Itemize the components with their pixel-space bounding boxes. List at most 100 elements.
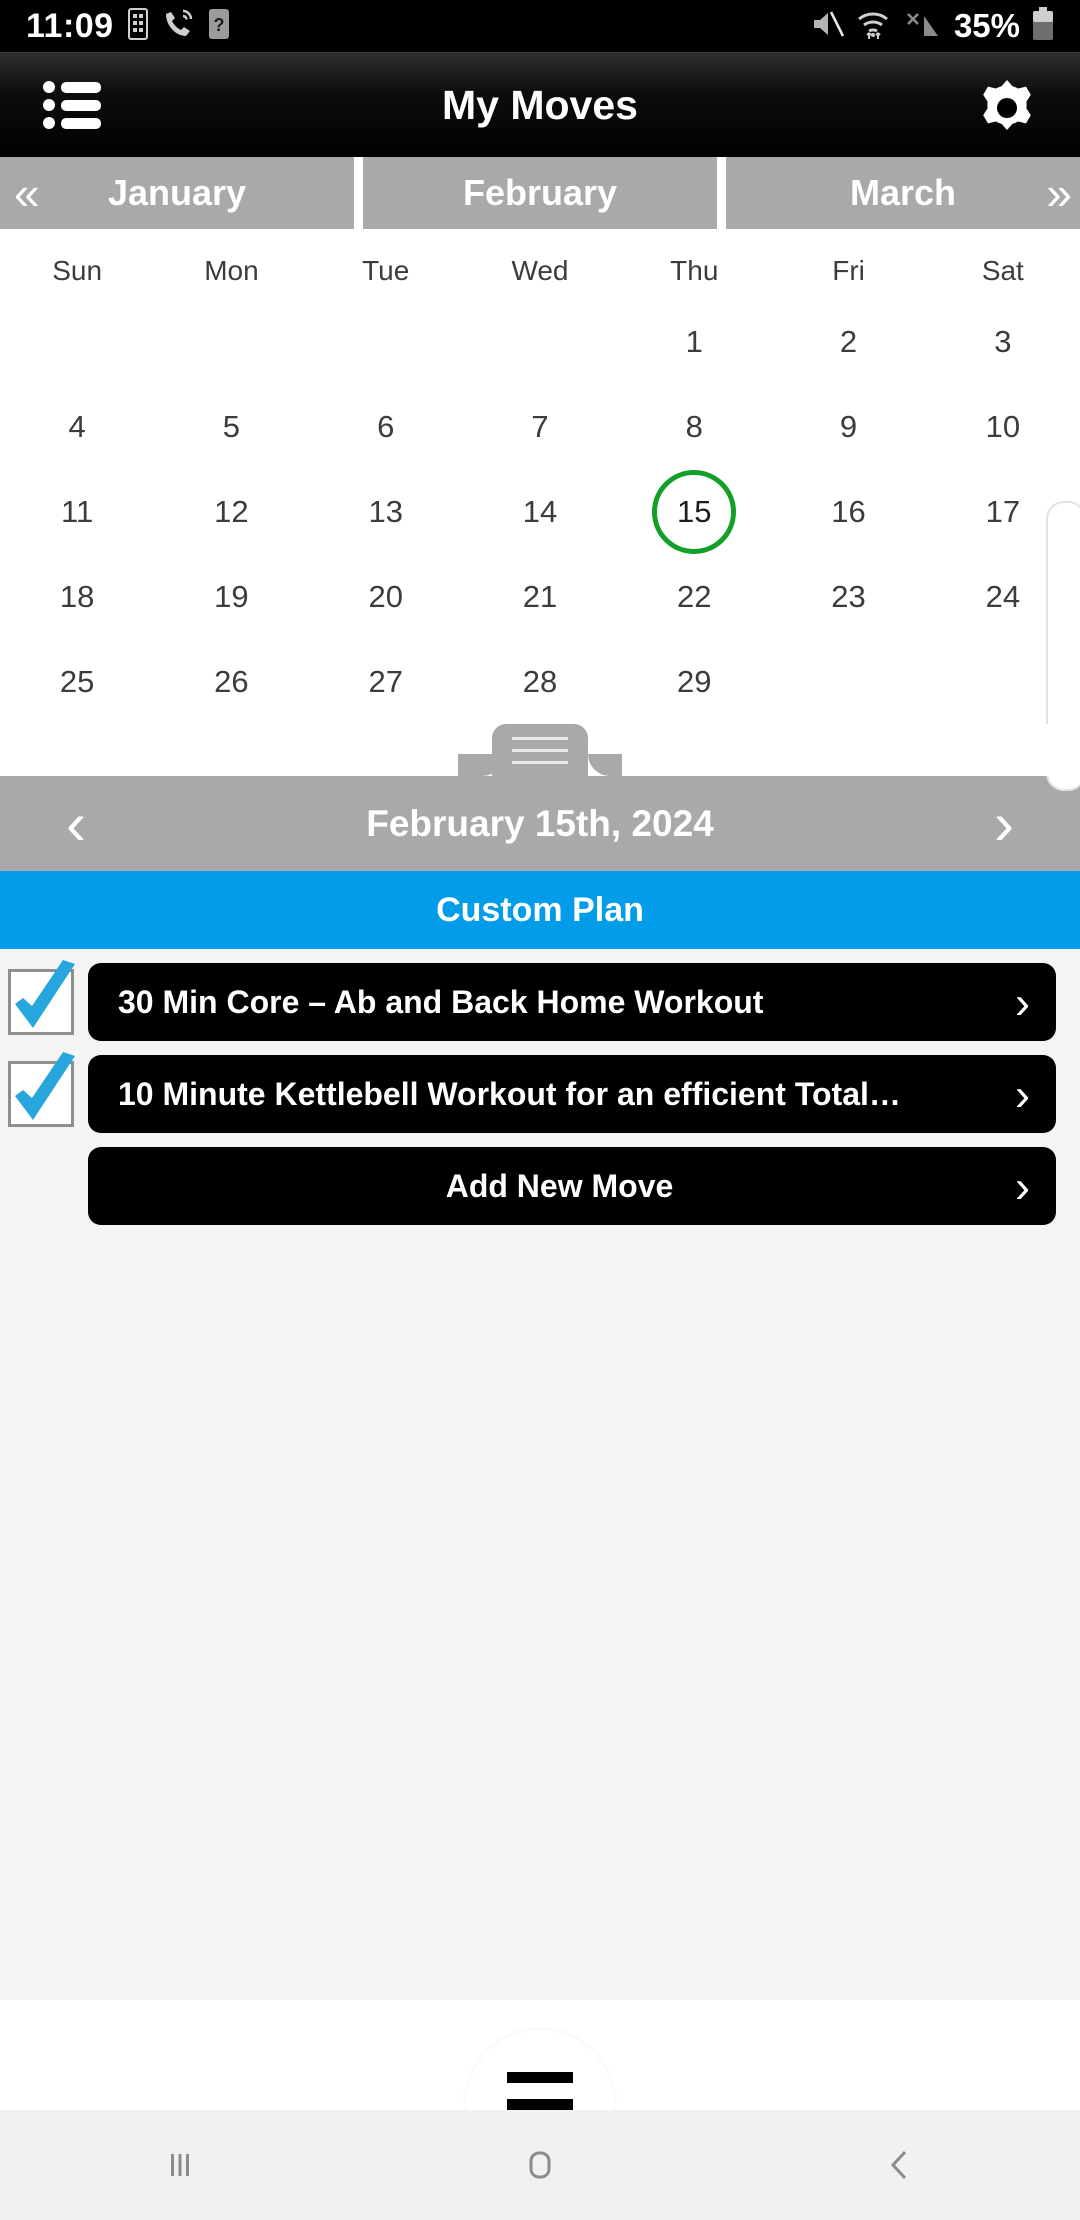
wifi-icon xyxy=(856,8,890,45)
day-cell[interactable]: 13 xyxy=(309,469,463,554)
app-bar: My Moves xyxy=(0,52,1080,157)
back-icon[interactable] xyxy=(840,2143,960,2187)
move-item-button[interactable]: 10 Minute Kettlebell Workout for an effi… xyxy=(88,1055,1056,1133)
day-cell-selected[interactable]: 15 xyxy=(617,469,771,554)
move-item-label: 30 Min Core – Ab and Back Home Workout xyxy=(118,983,764,1020)
month-tab-current[interactable]: February xyxy=(363,157,717,229)
drawer-handle-area xyxy=(0,724,1080,776)
day-cell[interactable]: 26 xyxy=(154,639,308,724)
calendar-week-row: 11 12 13 14 15 16 17 xyxy=(0,469,1080,554)
add-new-move-label: Add New Move xyxy=(445,1167,674,1204)
unknown-sim-icon: ? xyxy=(208,8,230,45)
month-tab-bar: « January February March » xyxy=(0,157,1080,229)
handle-line xyxy=(512,736,568,740)
list-item: 10 Minute Kettlebell Workout for an effi… xyxy=(0,1052,1080,1147)
page-title: My Moves xyxy=(442,81,638,128)
month-tab-previous[interactable]: « January xyxy=(0,157,354,229)
list-item: 30 Min Core – Ab and Back Home Workout › xyxy=(0,960,1080,1055)
day-cell[interactable] xyxy=(0,299,154,384)
day-cell[interactable]: 29 xyxy=(617,639,771,724)
recents-icon[interactable] xyxy=(120,2143,240,2187)
weekday-label: Wed xyxy=(511,255,569,286)
status-bar-clock: 11:09 xyxy=(26,6,114,45)
weekday-label: Sat xyxy=(981,255,1024,286)
move-checkbox[interactable] xyxy=(8,1052,75,1127)
date-navigator: ‹ February 15th, 2024 › xyxy=(0,776,1080,871)
app-screen: 11:09 ? 35% My Moves « January February … xyxy=(0,0,1080,2220)
add-move-row: Add New Move › xyxy=(0,1147,1080,1239)
status-bar: 11:09 ? 35% xyxy=(0,0,1080,52)
day-cell[interactable]: 12 xyxy=(154,469,308,554)
day-cell[interactable] xyxy=(154,299,308,384)
day-cell[interactable]: 23 xyxy=(771,554,925,639)
calendar-week-row: 25 26 27 28 29 xyxy=(0,639,1080,724)
day-cell[interactable]: 9 xyxy=(771,384,925,469)
android-navigation-bar xyxy=(0,2110,1080,2220)
day-cell[interactable]: 10 xyxy=(926,384,1080,469)
weekday-label: Fri xyxy=(832,255,865,286)
month-tab-label: March xyxy=(849,172,957,213)
home-icon[interactable] xyxy=(480,2143,600,2187)
day-cell[interactable]: 22 xyxy=(617,554,771,639)
day-cell[interactable]: 7 xyxy=(463,384,617,469)
next-day-icon[interactable]: › xyxy=(974,793,1034,854)
day-cell[interactable] xyxy=(309,299,463,384)
day-cell[interactable]: 18 xyxy=(0,554,154,639)
day-cell[interactable]: 19 xyxy=(154,554,308,639)
day-cell[interactable]: 11 xyxy=(0,469,154,554)
day-cell[interactable] xyxy=(463,299,617,384)
list-menu-icon[interactable] xyxy=(38,68,112,142)
battery-icon xyxy=(1032,6,1054,46)
add-new-move-button[interactable]: Add New Move › xyxy=(88,1147,1056,1225)
prev-month-arrow-icon[interactable]: « xyxy=(14,170,40,216)
handle-line xyxy=(512,760,568,764)
day-cell[interactable]: 28 xyxy=(463,639,617,724)
drawer-handle[interactable] xyxy=(492,724,622,776)
next-month-arrow-icon[interactable]: » xyxy=(1046,170,1072,216)
day-cell[interactable]: 1 xyxy=(617,299,771,384)
handle-line xyxy=(512,748,568,752)
checkmark-icon xyxy=(15,960,75,1028)
day-cell[interactable]: 20 xyxy=(309,554,463,639)
month-tab-next[interactable]: March » xyxy=(726,157,1080,229)
calendar-weekday-header: Sun Mon Tue Wed Thu Fri Sat xyxy=(0,245,1080,299)
chevron-right-icon: › xyxy=(1015,1160,1030,1212)
day-cell[interactable]: 4 xyxy=(0,384,154,469)
day-cell[interactable]: 3 xyxy=(926,299,1080,384)
weekday-label: Thu xyxy=(670,255,719,286)
day-cell[interactable]: 5 xyxy=(154,384,308,469)
day-cell[interactable]: 2 xyxy=(771,299,925,384)
gear-icon[interactable] xyxy=(970,68,1044,142)
sim-card-icon xyxy=(127,7,148,45)
move-checkbox[interactable] xyxy=(8,960,75,1035)
fab-line xyxy=(507,2071,573,2083)
month-tab-label: February xyxy=(462,172,618,213)
plan-banner[interactable]: Custom Plan xyxy=(0,871,1080,949)
status-bar-left: 11:09 ? xyxy=(26,7,230,46)
day-cell[interactable]: 6 xyxy=(309,384,463,469)
call-wifi-icon xyxy=(162,8,194,45)
day-cell[interactable]: 25 xyxy=(0,639,154,724)
chevron-right-icon: › xyxy=(1015,976,1030,1028)
day-cell[interactable]: 16 xyxy=(771,469,925,554)
mute-icon xyxy=(810,8,845,45)
day-cell-label: 15 xyxy=(677,493,712,529)
selected-date-label: February 15th, 2024 xyxy=(366,802,714,844)
month-tab-label: January xyxy=(107,172,247,213)
day-cell[interactable]: 8 xyxy=(617,384,771,469)
day-cell[interactable]: 27 xyxy=(309,639,463,724)
chevron-right-icon: › xyxy=(1015,1068,1030,1120)
calendar-week-row: 18 19 20 21 22 23 24 xyxy=(0,554,1080,639)
day-cell[interactable] xyxy=(771,639,925,724)
move-item-button[interactable]: 30 Min Core – Ab and Back Home Workout › xyxy=(88,963,1056,1041)
plan-banner-label: Custom Plan xyxy=(436,890,644,929)
calendar-grid: Sun Mon Tue Wed Thu Fri Sat 1 2 3 4 5 6 … xyxy=(0,229,1080,791)
day-cell[interactable]: 21 xyxy=(463,554,617,639)
checkmark-icon xyxy=(15,1052,75,1120)
calendar-week-row: 1 2 3 xyxy=(0,299,1080,384)
day-cell[interactable]: 14 xyxy=(463,469,617,554)
fab-line xyxy=(507,2098,573,2110)
previous-day-icon[interactable]: ‹ xyxy=(46,793,106,854)
weekday-label: Mon xyxy=(204,255,259,286)
calendar-week-row: 4 5 6 7 8 9 10 xyxy=(0,384,1080,469)
